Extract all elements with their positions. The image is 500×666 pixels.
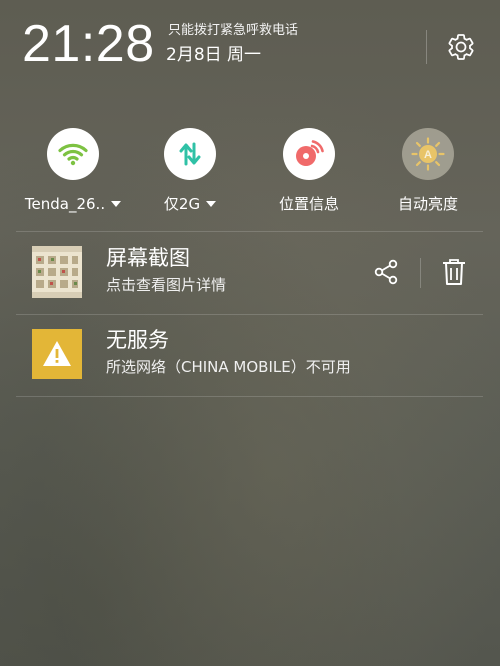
wifi-network-name: Tenda_26.. [24, 195, 106, 213]
toggle-auto-brightness[interactable]: A 自动亮度 [373, 128, 483, 228]
mobile-data-icon [179, 142, 201, 166]
auto-brightness-toggle-button[interactable]: A [402, 128, 454, 180]
notification-subtitle: 点击查看图片详情 [106, 276, 227, 294]
warning-icon [32, 329, 82, 379]
network-mode-label: 仅2G [163, 195, 201, 213]
action-divider [420, 258, 421, 288]
share-button[interactable] [366, 252, 406, 292]
wifi-toggle-button[interactable] [47, 128, 99, 180]
gear-icon [448, 34, 474, 60]
notification-screenshot[interactable]: 屏幕截图 点击查看图片详情 [16, 231, 483, 315]
svg-text:A: A [424, 149, 432, 161]
share-icon [374, 259, 398, 285]
notification-title: 屏幕截图 [106, 246, 190, 270]
auto-brightness-icon: A [411, 137, 445, 171]
toggle-location[interactable]: 位置信息 [254, 128, 364, 228]
location-label: 位置信息 [278, 195, 339, 213]
header-divider [426, 30, 427, 64]
location-icon [296, 140, 324, 166]
warning-icon-box [32, 329, 82, 381]
screenshot-thumbnail [32, 246, 82, 298]
delete-button[interactable] [434, 252, 474, 292]
trash-icon [443, 259, 465, 285]
date-label: 2月8日 周一 [166, 45, 262, 65]
mobile-data-label[interactable]: 仅2G [163, 194, 217, 214]
clock-time: 21:28 [22, 15, 155, 73]
toggle-mobile-data[interactable]: 仅2G [135, 128, 245, 228]
chevron-down-icon[interactable] [206, 201, 217, 207]
notification-subtitle: 所选网络（CHINA MOBILE）不可用 [106, 358, 351, 376]
settings-button[interactable] [444, 30, 478, 64]
wifi-label[interactable]: Tenda_26.. [24, 194, 122, 214]
chevron-down-icon[interactable] [111, 201, 122, 207]
location-toggle-button[interactable] [283, 128, 335, 180]
carrier-status: 只能拨打紧急呼救电话 [168, 23, 299, 38]
auto-brightness-label: 自动亮度 [397, 195, 458, 213]
wifi-icon [58, 143, 88, 166]
toggle-wifi[interactable]: Tenda_26.. [18, 128, 128, 228]
mobile-data-toggle-button[interactable] [164, 128, 216, 180]
notification-title: 无服务 [106, 328, 169, 352]
notification-no-service[interactable]: 无服务 所选网络（CHINA MOBILE）不可用 [16, 314, 483, 397]
